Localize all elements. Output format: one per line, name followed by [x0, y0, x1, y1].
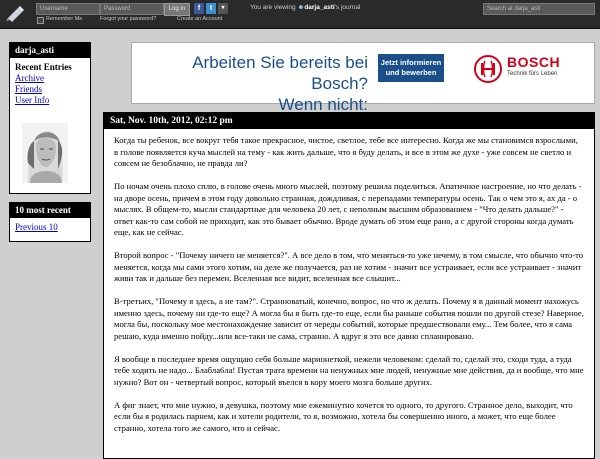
viewing-user-link[interactable]: darja_asti [304, 4, 334, 11]
facebook-icon[interactable]: f [194, 3, 204, 14]
entry-paragraph: По ночам очень плохо сплю, в голове очен… [114, 181, 582, 237]
entry-paragraph: В-третьих, "Почему я здесь, а не там?". … [114, 296, 584, 341]
more-login-dropdown-icon[interactable]: ▾ [218, 3, 228, 14]
viewing-prefix: You are viewing [250, 4, 296, 11]
username-input[interactable]: Username [36, 3, 100, 15]
viewing-suffix: 's journal [334, 4, 361, 11]
sidebar-username[interactable]: darja_asti [10, 43, 90, 58]
ad-button-line-1: Jetzt informieren [380, 58, 442, 67]
password-input[interactable]: Password [100, 3, 164, 15]
remember-me-label: Remember Me [46, 16, 83, 22]
navigation-box: 10 most recent Previous 10 [9, 202, 91, 242]
search-input[interactable]: Search at darja_asti [483, 3, 595, 15]
sidebar-link-friends[interactable]: Friends [15, 84, 85, 95]
forgot-password-link[interactable]: Forgot your password? [100, 16, 156, 22]
sidebar-link-archive[interactable]: Archive [15, 73, 85, 84]
livejournal-logo-icon[interactable] [4, 4, 28, 22]
ad-button-line-2: und bewerben [385, 68, 437, 77]
entry-paragraph: А фиг знает, что мне нужно, я девушка, п… [114, 399, 573, 433]
ad-line-1: Arbeiten Sie bereits bei Bosch? [192, 53, 368, 93]
twitter-icon[interactable]: t [206, 3, 216, 14]
login-button[interactable]: Log in [164, 3, 190, 16]
create-account-link[interactable]: Create an Account [177, 16, 222, 22]
bosch-logo-icon [474, 55, 502, 83]
navigation-heading: 10 most recent [10, 203, 90, 218]
recent-entries-heading: Recent Entries [15, 62, 72, 72]
viewing-info: You are viewing ☻darja_asti's journal [250, 4, 360, 11]
userpic-avatar[interactable] [22, 123, 68, 183]
ad-brand-name: BOSCH [507, 54, 561, 70]
top-bar: Username Password Log in f t ▾ Remember … [0, 0, 600, 29]
entry-paragraph: Я вообще в последнее время ощущаю себя б… [114, 353, 584, 387]
sidebar-link-user-info[interactable]: User Info [15, 95, 85, 106]
ad-headline: Arbeiten Sie bereits bei Bosch? Wenn nic… [132, 52, 368, 115]
entry-paragraph: Когда ты ребенок, все вокруг тебя такое … [114, 135, 578, 168]
journal-entry: Sat, Nov. 10th, 2012, 02:12 pm Когда ты … [103, 112, 595, 459]
entry-paragraph: Второй вопрос - "Почему ничего не меняет… [114, 250, 584, 283]
entry-body: Когда ты ребенок, все вокруг тебя такое … [104, 129, 594, 452]
ad-apply-button[interactable]: Jetzt informieren und bewerben [378, 54, 444, 82]
ad-tagline: Technik fürs Leben [507, 71, 558, 77]
bosch-ad-banner[interactable]: Arbeiten Sie bereits bei Bosch? Wenn nic… [131, 42, 595, 114]
entry-date[interactable]: Sat, Nov. 10th, 2012, 02:12 pm [104, 113, 594, 129]
previous-10-link[interactable]: Previous 10 [15, 222, 85, 233]
remember-me-checkbox[interactable] [37, 17, 44, 24]
